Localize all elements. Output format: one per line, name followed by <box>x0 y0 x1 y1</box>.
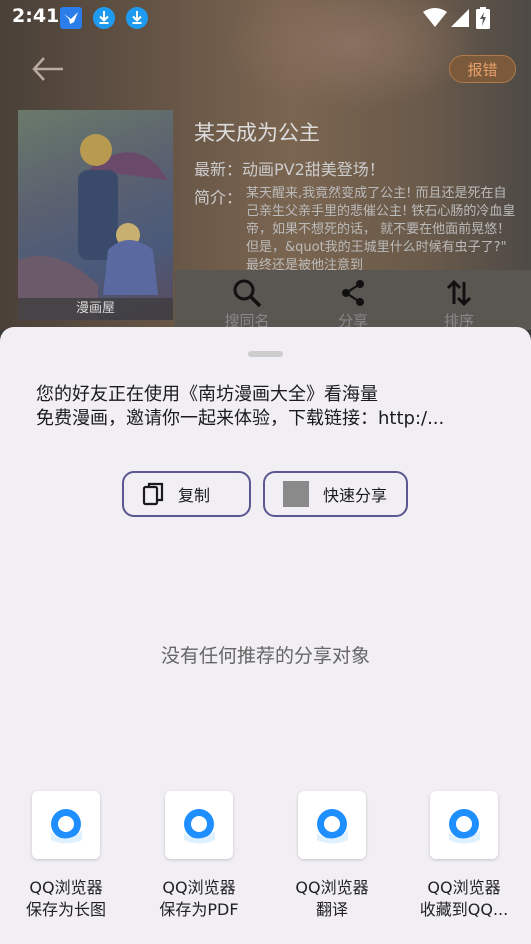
copy-button[interactable]: 复制 <box>122 471 251 517</box>
quick-share-icon <box>283 481 309 507</box>
share-target-save-pdf[interactable]: QQ浏览器 保存为PDF <box>149 791 249 921</box>
qq-browser-icon <box>449 809 480 844</box>
share-preview-text: 您的好友正在使用《南坊漫画大全》看海量 免费漫画，邀请你一起来体验，下载链接：h… <box>36 383 500 431</box>
back-arrow-icon[interactable] <box>30 55 66 83</box>
share-text-line-2: 免费漫画，邀请你一起来体验，下载链接：http:/... <box>36 408 445 429</box>
app-action-label: 翻译 <box>315 900 348 919</box>
share-target-translate[interactable]: QQ浏览器 翻译 <box>282 791 382 921</box>
app-name: QQ浏览器 <box>162 878 236 897</box>
qq-browser-icon <box>51 809 82 844</box>
wifi-icon <box>423 8 447 27</box>
download-notification-icon <box>93 7 115 29</box>
app-name: QQ浏览器 <box>29 878 103 897</box>
app-action-label: 收藏到QQ... <box>419 900 509 919</box>
battery-charging-icon <box>476 7 490 29</box>
share-target-save-long-image[interactable]: QQ浏览器 保存为长图 <box>16 791 116 921</box>
sort-button[interactable]: 排序 <box>424 278 494 330</box>
qq-browser-icon <box>184 809 215 844</box>
qq-browser-app-tile <box>298 791 366 859</box>
cover-watermark: 漫画屋 <box>18 298 173 320</box>
qq-browser-app-tile <box>430 791 498 859</box>
qq-browser-app-tile <box>165 791 233 859</box>
download-notification-icon <box>126 7 148 29</box>
share-target-collect-to-qq[interactable]: QQ浏览器 收藏到QQ... <box>414 791 514 921</box>
status-time: 2:41 <box>12 5 60 27</box>
app-name: QQ浏览器 <box>427 878 501 897</box>
comic-cover-image[interactable]: 漫画屋 <box>18 110 173 320</box>
share-icon <box>342 280 364 306</box>
copy-icon <box>142 482 164 506</box>
cellular-signal-icon <box>451 9 469 27</box>
search-same-name-button[interactable]: 搜同名 <box>212 278 282 330</box>
intro-text: 某天醒来,我竟然变成了公主! 而且还是死在自己亲生父亲手里的悲催公主! 铁石心肠… <box>246 186 516 273</box>
app-action-label: 保存为长图 <box>25 900 106 919</box>
latest-chapter: 最新：动画PV2甜美登场！ <box>194 160 385 179</box>
drag-handle[interactable] <box>248 351 283 357</box>
quick-share-button[interactable]: 快速分享 <box>263 471 408 517</box>
copy-label: 复制 <box>178 486 211 505</box>
status-bar: 2:41 <box>0 0 531 36</box>
report-error-button[interactable]: 报错 <box>449 55 516 83</box>
qq-browser-icon <box>317 809 348 844</box>
search-icon <box>233 279 262 308</box>
app-action-label: 保存为PDF <box>159 900 239 919</box>
app-name: QQ浏览器 <box>295 878 369 897</box>
intro-label: 简介： <box>194 188 243 207</box>
no-recommendations-message: 没有任何推荐的分享对象 <box>160 645 370 667</box>
sort-icon <box>446 279 472 307</box>
qq-browser-app-tile <box>32 791 100 859</box>
share-button[interactable]: 分享 <box>318 278 388 330</box>
bird-notification-icon <box>60 7 82 29</box>
quick-share-label: 快速分享 <box>323 486 388 505</box>
comic-title: 某天成为公主 <box>194 121 320 145</box>
comic-detail-screen: 2:41 报错 漫画屋 某天成为公主 最新：动画PV2甜美登场！ 简介： 某天醒… <box>0 0 531 330</box>
share-text-line-1: 您的好友正在使用《南坊漫画大全》看海量 <box>36 384 378 405</box>
cover-illustration <box>18 134 168 320</box>
